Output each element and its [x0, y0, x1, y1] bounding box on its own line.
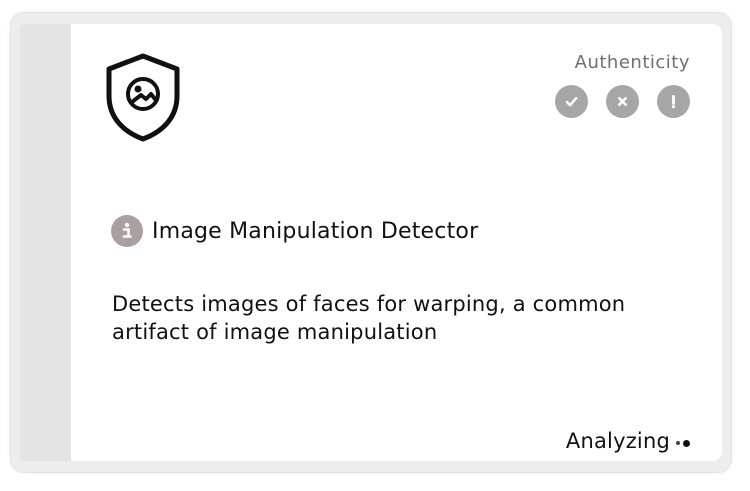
authenticity-label: Authenticity: [574, 52, 690, 73]
detector-title-row: Image Manipulation Detector: [111, 215, 478, 247]
detector-description: Detects images of faces for warping, a c…: [112, 292, 626, 344]
card-side-strip: [20, 24, 71, 461]
detector-card: Authenticity Image Manipulation Detector…: [20, 24, 722, 461]
check-icon: [565, 97, 578, 107]
info-icon[interactable]: [111, 215, 143, 247]
uncertain-button[interactable]: [657, 85, 690, 118]
authenticity-panel: Authenticity: [555, 52, 690, 118]
manipulated-button[interactable]: [606, 85, 639, 118]
detector-title: Image Manipulation Detector: [152, 218, 479, 244]
authenticity-actions: [555, 85, 690, 118]
authentic-button[interactable]: [555, 85, 588, 118]
exclamation-icon: [671, 94, 676, 109]
shield-image-icon: [106, 53, 180, 142]
analysis-status: Analyzing: [566, 429, 690, 453]
close-icon: [618, 97, 627, 106]
status-text: Analyzing: [565, 429, 670, 453]
loading-dots-icon: [676, 436, 690, 447]
card-body: Authenticity Image Manipulation Detector…: [71, 24, 722, 461]
